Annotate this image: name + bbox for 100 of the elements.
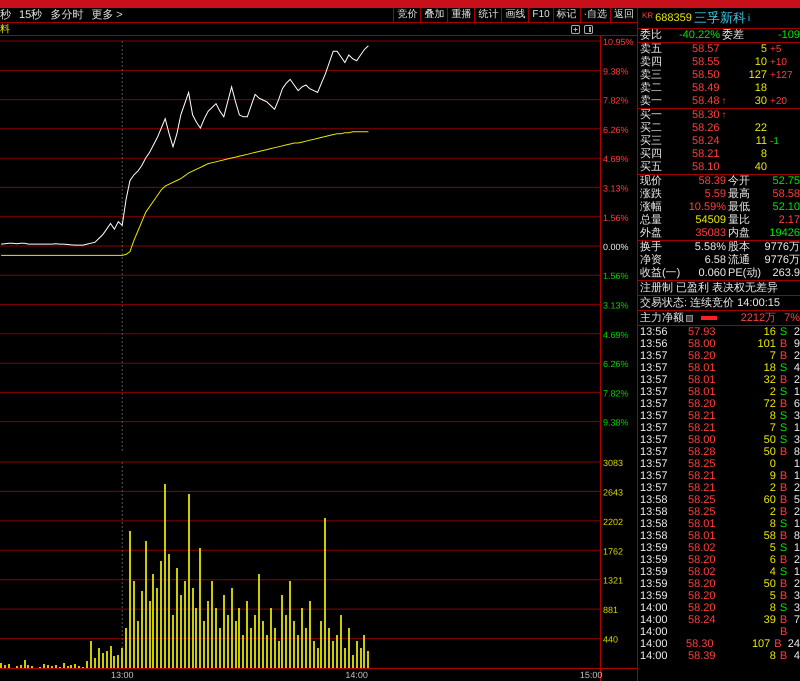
trade-volume: 18: [764, 362, 776, 374]
order-price: 58.26: [691, 122, 720, 135]
stat-value: 2.17: [778, 214, 800, 226]
level-label: 卖二: [639, 82, 663, 95]
ratio-value: -40.22%: [679, 29, 720, 41]
flag-label: ↑: [722, 109, 727, 122]
trade-count: 2: [794, 506, 800, 518]
trade-price: 58.02: [688, 542, 716, 554]
order-price: 58.21: [691, 148, 720, 161]
order-volume: 22: [754, 122, 767, 134]
trade-time: 13:57: [640, 470, 668, 482]
order-volume: 127: [748, 69, 767, 81]
level-label: 买一: [639, 109, 663, 122]
order-price: 58.48: [691, 95, 720, 108]
trade-time: 13:58: [640, 494, 668, 506]
trade-side: S: [780, 326, 788, 338]
trade-time: 14:00: [640, 638, 668, 650]
trade-side: S: [780, 422, 788, 434]
trade-volume: 6: [770, 554, 776, 566]
trade-count: 2: [794, 350, 800, 362]
axis-label: 4.69%: [603, 154, 629, 164]
stat-value: 6.58: [704, 254, 726, 266]
trade-side: B: [780, 578, 788, 590]
trade-volume: 107: [752, 638, 770, 650]
flow-label: 主力净额: [640, 310, 684, 326]
order-volume: 18: [754, 82, 767, 94]
trade-price: 58.24: [688, 614, 716, 626]
trade-count: 1: [794, 386, 800, 398]
trade-price: 58.21: [688, 482, 716, 494]
trade-count: 8: [794, 446, 800, 458]
trade-time: 13:59: [640, 578, 668, 590]
stat-label: 量比: [727, 214, 751, 227]
order-price: 58.49: [691, 82, 720, 95]
stat-label: PE(动): [727, 267, 762, 280]
trade-time: 13:57: [640, 398, 668, 410]
market-tag: KR: [642, 10, 654, 22]
level-label: 卖三: [639, 69, 663, 82]
trade-count: 1: [794, 542, 800, 554]
axis-label: 1.56%: [603, 271, 629, 282]
trade-count: 6: [794, 398, 800, 410]
trade-time: 13:57: [640, 482, 668, 494]
axis-label: 14:00: [345, 670, 368, 680]
order-price: 58.24: [691, 135, 720, 148]
stat-label: 流通: [727, 254, 751, 267]
trade-count: 2: [794, 482, 800, 494]
axis-label: 9.38%: [603, 66, 629, 76]
trade-count: 3: [794, 434, 800, 446]
axis-label: 1321: [603, 576, 624, 586]
trade-price: 58.20: [688, 350, 716, 362]
trade-volume: 16: [764, 326, 776, 338]
order-volume: 10: [754, 56, 767, 68]
trade-volume: 8: [770, 410, 776, 422]
trade-side: S: [780, 566, 788, 578]
trade-count: 9: [794, 338, 800, 350]
trade-side: B: [780, 554, 788, 566]
notice-text: 注册制 已盈利 表决权无差异: [639, 281, 780, 295]
trade-side: S: [780, 410, 788, 422]
trade-time: 13:58: [640, 518, 668, 530]
trade-count: 3: [794, 410, 800, 422]
trade-volume: 8: [770, 602, 776, 614]
trade-side: B: [774, 638, 782, 650]
axis-label: 10.95%: [603, 37, 634, 47]
axis-label: 6.26%: [603, 359, 629, 370]
stat-value: 58.58: [772, 188, 800, 200]
trade-price: 58.39: [688, 650, 716, 662]
trade-time: 13:59: [640, 542, 668, 554]
trade-side: S: [780, 518, 788, 530]
trade-price: 58.00: [688, 434, 716, 446]
trade-time: 13:57: [640, 422, 668, 434]
stat-value: 0.060: [698, 267, 726, 279]
trade-time: 13:57: [640, 350, 668, 362]
trade-price: 58.00: [688, 338, 716, 350]
trade-price: 58.01: [688, 530, 716, 542]
trade-volume: 60: [764, 494, 776, 506]
axis-label: 13:00: [110, 670, 134, 680]
stat-label: 总量: [639, 214, 663, 227]
chart-title: 料: [0, 22, 10, 36]
trade-price: 58.20: [688, 398, 716, 410]
stat-label: 最高: [727, 188, 751, 201]
trade-side: B: [780, 626, 788, 638]
trade-side: S: [780, 386, 788, 398]
level-label: 买三: [639, 135, 663, 148]
flow-percent: 7%: [784, 310, 800, 326]
trade-side: B: [780, 350, 788, 362]
trade-count: 3: [794, 602, 800, 614]
trade-price: 58.21: [688, 422, 716, 434]
trade-volume: 4: [770, 566, 776, 578]
trade-time: 13:59: [640, 554, 668, 566]
axis-label: 4.69%: [603, 330, 629, 340]
stat-value: 5.59: [704, 188, 726, 200]
trade-count: 2: [794, 578, 800, 590]
trade-time: 13:57: [640, 362, 668, 374]
trade-volume: 32: [764, 374, 776, 386]
trade-count: 4: [794, 650, 800, 662]
trade-count: 24: [788, 638, 800, 650]
trade-time: 13:59: [640, 590, 668, 602]
ratio-label: 委差: [722, 29, 745, 42]
axis-label: 7.82%: [603, 388, 629, 398]
trade-price: 58.21: [688, 410, 716, 422]
trade-volume: 7: [770, 350, 776, 362]
